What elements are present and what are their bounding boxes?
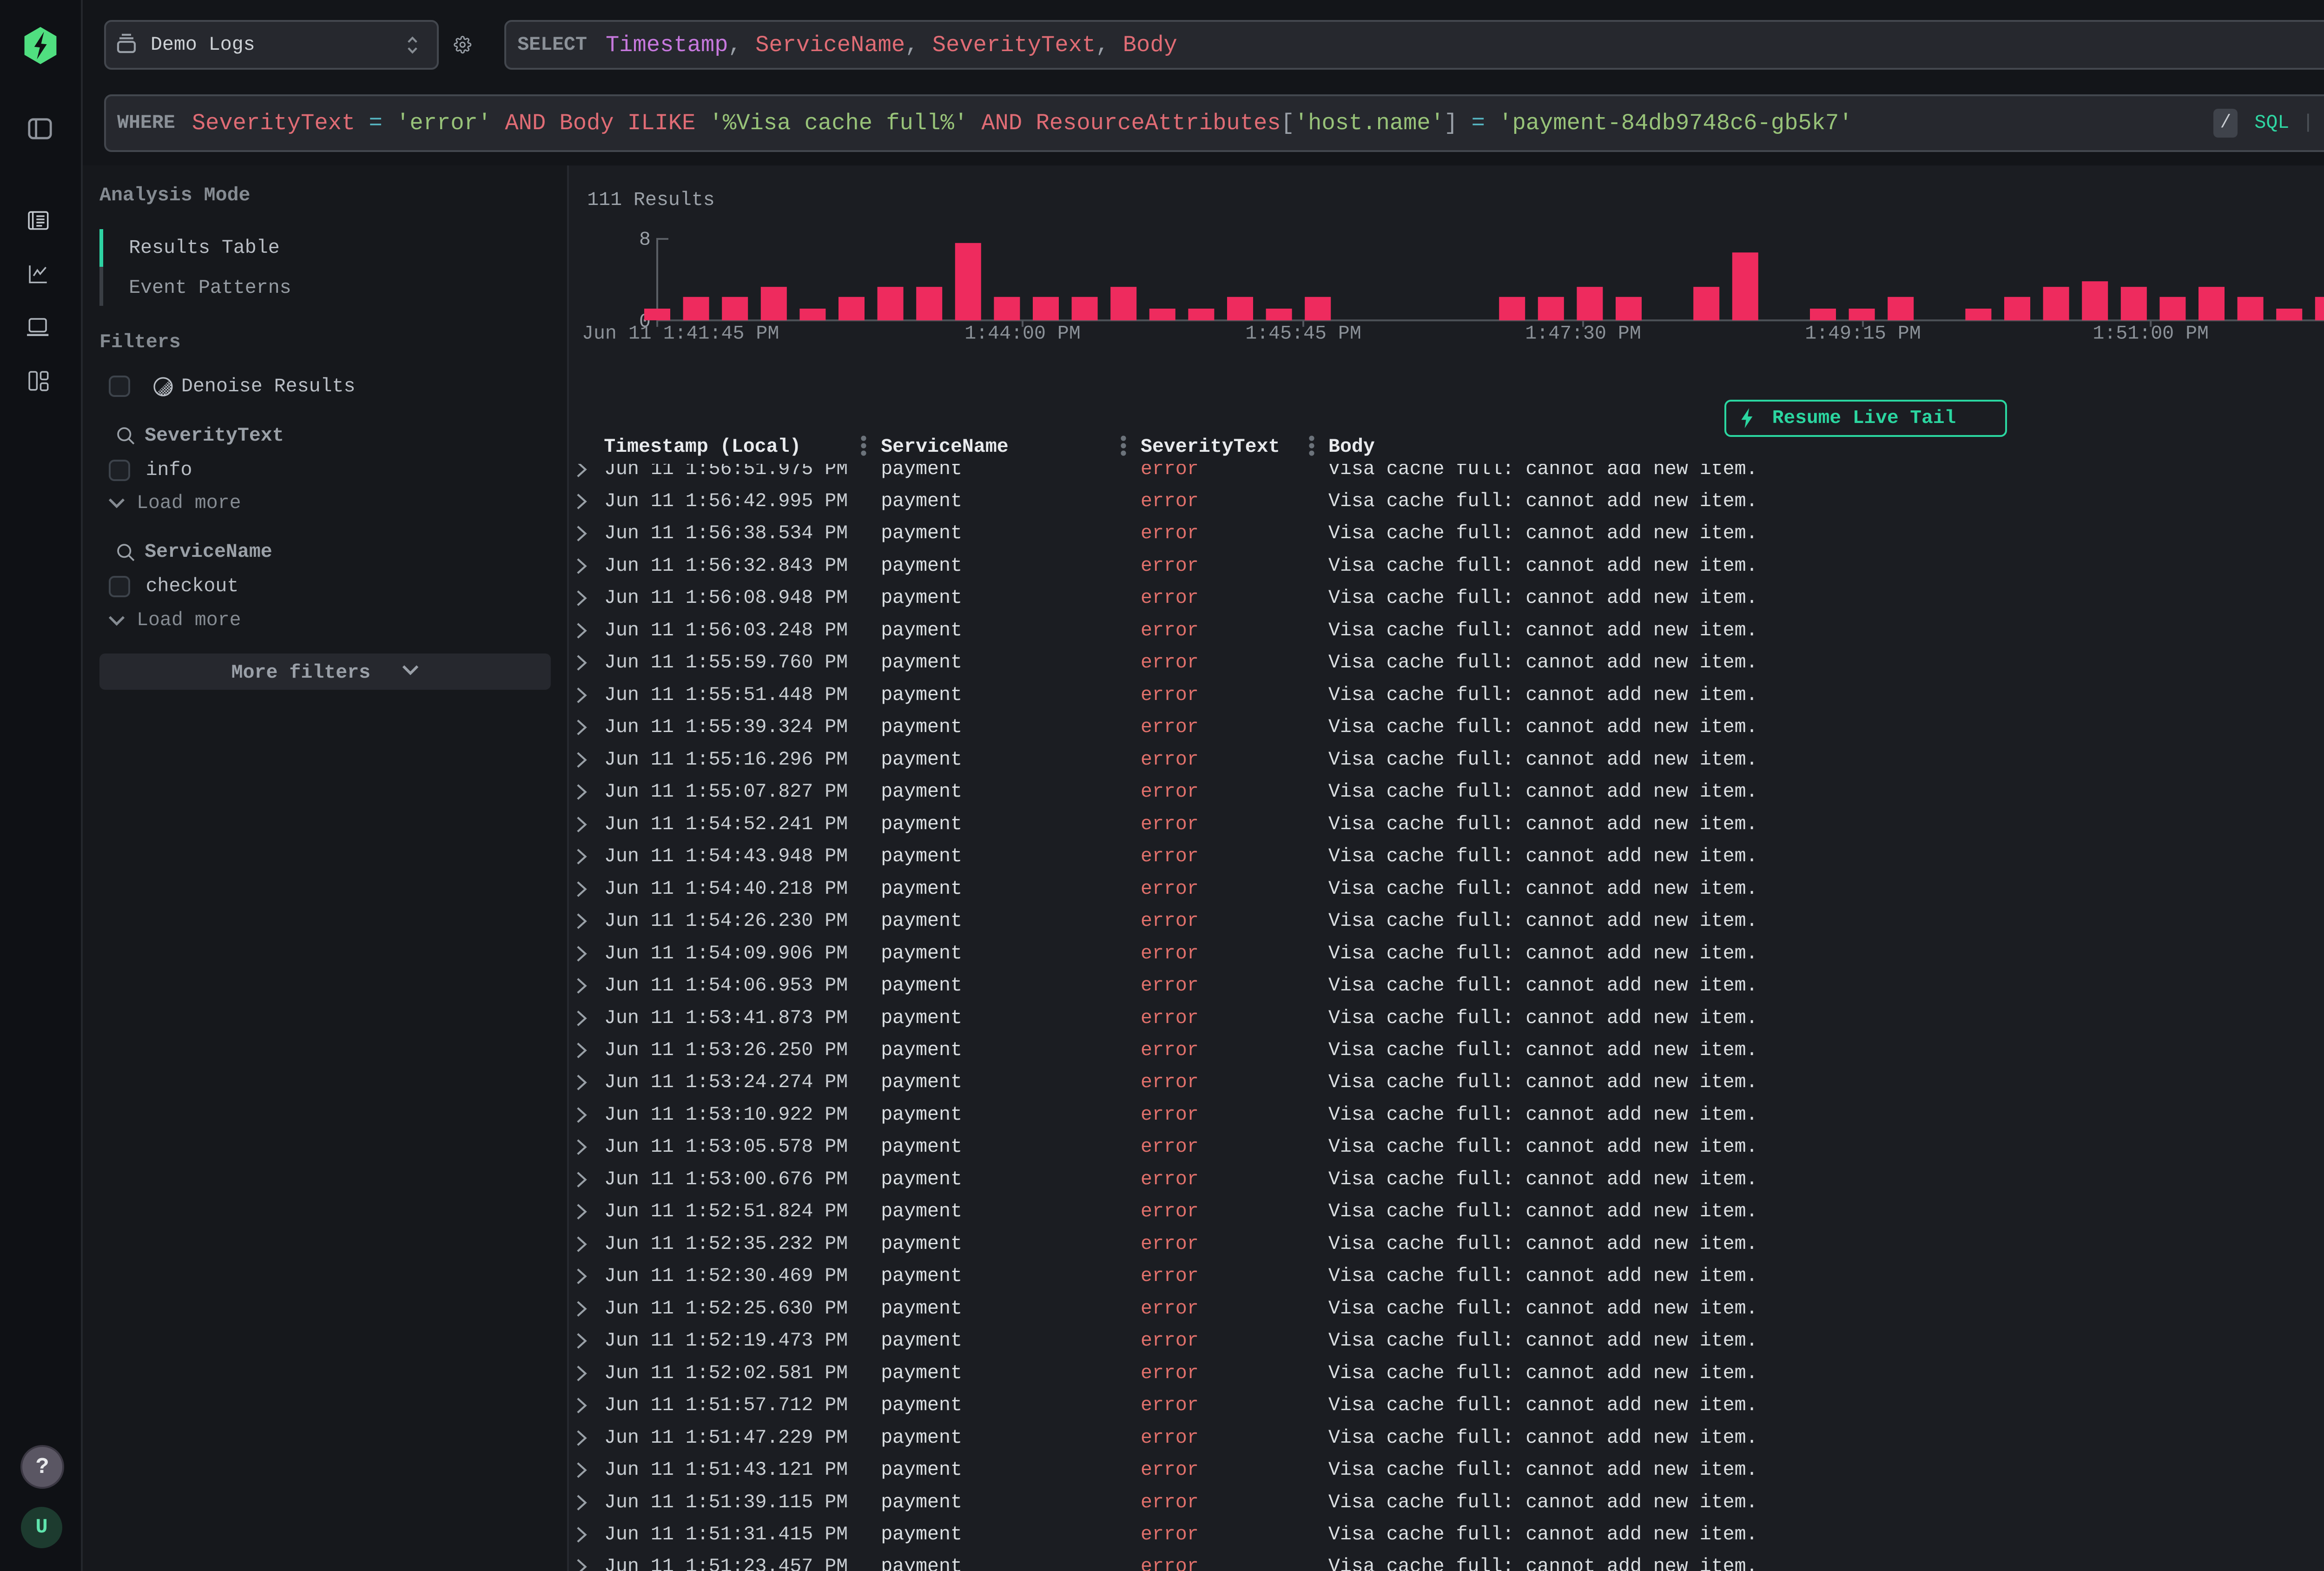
svg-text:Jun 11 1:41:45 PM: Jun 11 1:41:45 PM bbox=[582, 323, 779, 344]
svg-text:1:44:00 PM: 1:44:00 PM bbox=[964, 323, 1081, 344]
svg-text:1:47:30 PM: 1:47:30 PM bbox=[1525, 323, 1641, 344]
svg-text:1:49:15 PM: 1:49:15 PM bbox=[1805, 323, 1921, 344]
svg-text:8: 8 bbox=[639, 229, 651, 251]
svg-text:1:45:45 PM: 1:45:45 PM bbox=[1245, 323, 1361, 344]
svg-text:1:51:00 PM: 1:51:00 PM bbox=[2093, 323, 2209, 344]
